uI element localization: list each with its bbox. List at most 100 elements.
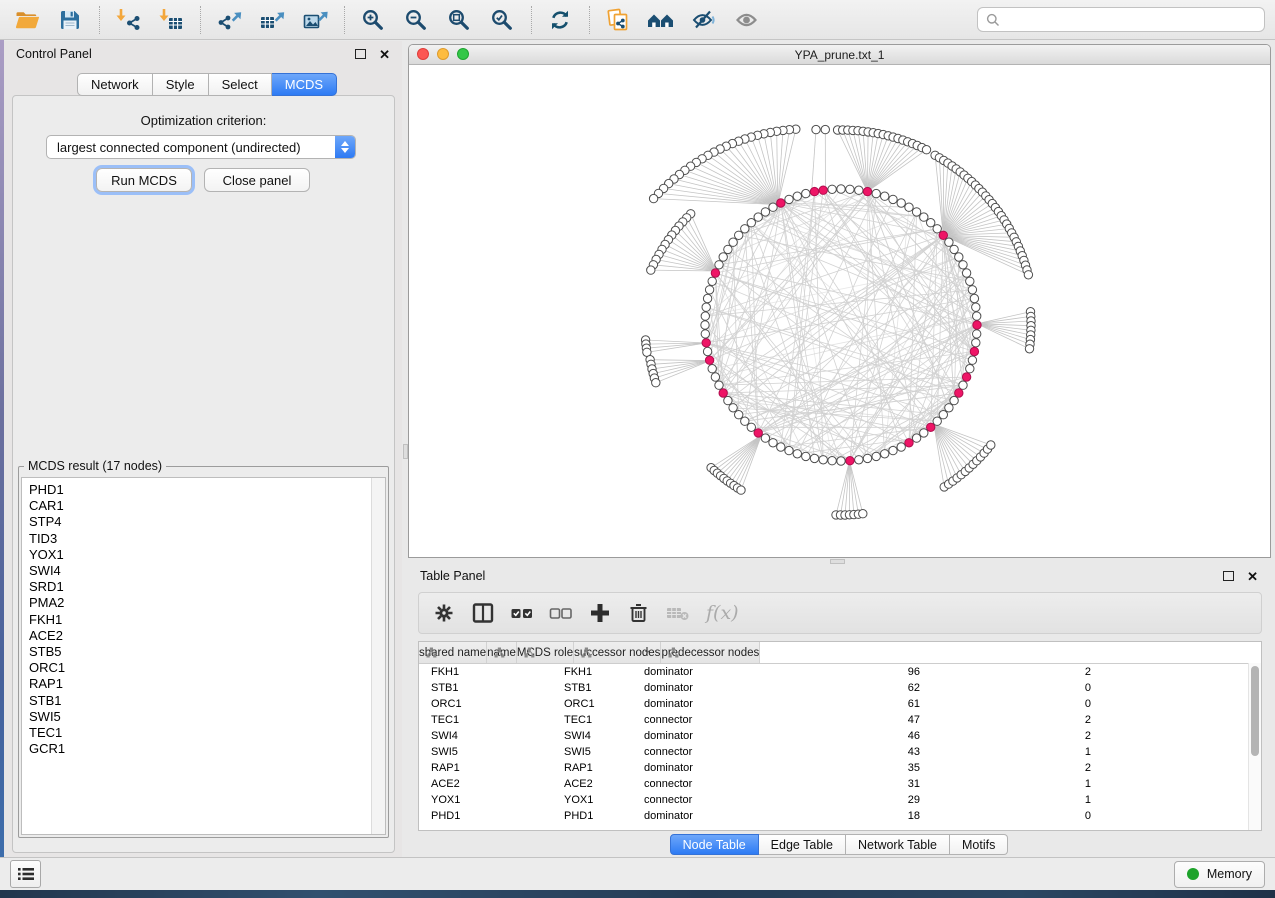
cell-shared-name[interactable]: PHD1	[419, 810, 558, 822]
close-table-panel-icon[interactable]: ✕	[1247, 570, 1258, 583]
table-row[interactable]: PHD1 PHD1 dominator 18 0	[419, 808, 1261, 824]
table-row[interactable]: TEC1 TEC1 connector 47 2	[419, 712, 1261, 728]
table-tab[interactable]: Motifs	[950, 834, 1008, 855]
cell-name[interactable]: SWI4	[558, 730, 636, 742]
zoom-in-button[interactable]	[356, 4, 390, 36]
cell-shared-name[interactable]: YOX1	[419, 794, 558, 806]
cell-shared-name[interactable]: TEC1	[419, 714, 558, 726]
import-table-button[interactable]	[154, 4, 188, 36]
open-session-button[interactable]	[10, 4, 44, 36]
table-row[interactable]: SWI5 SWI5 connector 43 1	[419, 744, 1261, 760]
export-network-button[interactable]	[212, 4, 246, 36]
cell-mcds-role[interactable]: dominator	[636, 698, 789, 710]
delete-table-button[interactable]	[665, 600, 691, 626]
table-tab[interactable]: Node Table	[670, 834, 759, 855]
close-panel-icon[interactable]: ✕	[379, 48, 390, 61]
show-column-button[interactable]	[470, 600, 496, 626]
mcds-result-node[interactable]: STB1	[22, 693, 385, 709]
deselect-all-button[interactable]	[548, 600, 574, 626]
window-minimize-traffic-icon[interactable]	[437, 48, 449, 60]
table-row[interactable]: ACE2 ACE2 connector 31 1	[419, 776, 1261, 792]
import-network-button[interactable]	[111, 4, 145, 36]
table-tab[interactable]: Network Table	[846, 834, 950, 855]
mcds-result-node[interactable]: GCR1	[22, 741, 385, 757]
column-header[interactable]: successor nodes ⌄	[574, 642, 661, 663]
cell-mcds-role[interactable]: dominator	[636, 730, 789, 742]
cell-predecessor-nodes[interactable]: 1	[932, 746, 1106, 758]
cell-name[interactable]: RAP1	[558, 762, 636, 774]
cell-predecessor-nodes[interactable]: 0	[932, 810, 1106, 822]
cell-shared-name[interactable]: SWI4	[419, 730, 558, 742]
float-panel-icon[interactable]	[355, 49, 366, 59]
mcds-result-node[interactable]: TEC1	[22, 725, 385, 741]
table-row[interactable]: YOX1 YOX1 connector 29 1	[419, 792, 1261, 808]
mcds-result-node[interactable]: ORC1	[22, 660, 385, 676]
cell-predecessor-nodes[interactable]: 2	[932, 666, 1106, 678]
delete-column-button[interactable]	[626, 600, 652, 626]
cell-predecessor-nodes[interactable]: 0	[932, 682, 1106, 694]
task-history-button[interactable]	[10, 860, 41, 888]
export-image-button[interactable]	[298, 4, 332, 36]
control-panel-tab[interactable]: Style	[153, 73, 209, 96]
mcds-result-node[interactable]: SRD1	[22, 579, 385, 595]
mcds-result-node[interactable]: RAP1	[22, 676, 385, 692]
sort-descending-icon[interactable]: ⌄	[643, 645, 651, 656]
table-row[interactable]: SWI4 SWI4 dominator 46 2	[419, 728, 1261, 744]
search-box[interactable]	[977, 7, 1265, 32]
column-header[interactable]: shared name ⌄	[419, 642, 487, 663]
search-input[interactable]	[1006, 12, 1256, 28]
zoom-selected-button[interactable]	[485, 4, 519, 36]
column-header[interactable]: predecessor nodes ⌄	[661, 642, 760, 663]
float-table-panel-icon[interactable]	[1223, 571, 1234, 581]
cell-mcds-role[interactable]: dominator	[636, 810, 789, 822]
cell-successor-nodes[interactable]: 43	[789, 746, 932, 758]
control-panel-tab[interactable]: Select	[209, 73, 272, 96]
cell-name[interactable]: SWI5	[558, 746, 636, 758]
mcds-result-node[interactable]: STB5	[22, 644, 385, 660]
cell-name[interactable]: YOX1	[558, 794, 636, 806]
cell-mcds-role[interactable]: dominator	[636, 762, 789, 774]
mcds-result-node[interactable]: YOX1	[22, 547, 385, 563]
mcds-result-node[interactable]: STP4	[22, 514, 385, 530]
cell-predecessor-nodes[interactable]: 1	[932, 794, 1106, 806]
network-canvas[interactable]	[409, 65, 1270, 558]
column-header[interactable]: MCDS role ⌄	[517, 642, 574, 663]
table-settings-button[interactable]	[431, 600, 457, 626]
clone-network-button[interactable]	[601, 4, 635, 36]
mcds-result-node[interactable]: SWI4	[22, 563, 385, 579]
mcds-result-node[interactable]: SWI5	[22, 709, 385, 725]
cell-predecessor-nodes[interactable]: 0	[932, 698, 1106, 710]
window-close-traffic-icon[interactable]	[417, 48, 429, 60]
show-all-button[interactable]	[730, 4, 764, 36]
network-window-titlebar[interactable]: YPA_prune.txt_1	[409, 45, 1270, 65]
cell-shared-name[interactable]: ACE2	[419, 778, 558, 790]
control-panel-tab[interactable]: MCDS	[272, 73, 337, 96]
cell-shared-name[interactable]: RAP1	[419, 762, 558, 774]
cell-successor-nodes[interactable]: 61	[789, 698, 932, 710]
cell-name[interactable]: STB1	[558, 682, 636, 694]
cell-shared-name[interactable]: FKH1	[419, 666, 558, 678]
table-row[interactable]: STB1 STB1 dominator 62 0	[419, 680, 1261, 696]
cell-mcds-role[interactable]: connector	[636, 794, 789, 806]
zoom-out-button[interactable]	[399, 4, 433, 36]
cell-name[interactable]: ORC1	[558, 698, 636, 710]
window-maximize-traffic-icon[interactable]	[457, 48, 469, 60]
table-row[interactable]: FKH1 FKH1 dominator 96 2	[419, 664, 1261, 680]
cell-mcds-role[interactable]: connector	[636, 778, 789, 790]
zoom-fit-button[interactable]	[442, 4, 476, 36]
cell-name[interactable]: TEC1	[558, 714, 636, 726]
mcds-result-node[interactable]: PHD1	[22, 482, 385, 498]
cell-predecessor-nodes[interactable]: 2	[932, 714, 1106, 726]
cell-successor-nodes[interactable]: 31	[789, 778, 932, 790]
cell-successor-nodes[interactable]: 18	[789, 810, 932, 822]
first-neighbors-button[interactable]	[644, 4, 678, 36]
table-row[interactable]: RAP1 RAP1 dominator 35 2	[419, 760, 1261, 776]
mcds-list-scrollbar[interactable]	[371, 478, 385, 834]
mcds-result-node[interactable]: PMA2	[22, 595, 385, 611]
refresh-layout-button[interactable]	[543, 4, 577, 36]
column-header[interactable]: name ⌄	[487, 642, 517, 663]
cell-successor-nodes[interactable]: 96	[789, 666, 932, 678]
control-panel-tab[interactable]: Network	[77, 73, 153, 96]
cell-shared-name[interactable]: STB1	[419, 682, 558, 694]
mcds-result-node[interactable]: FKH1	[22, 612, 385, 628]
